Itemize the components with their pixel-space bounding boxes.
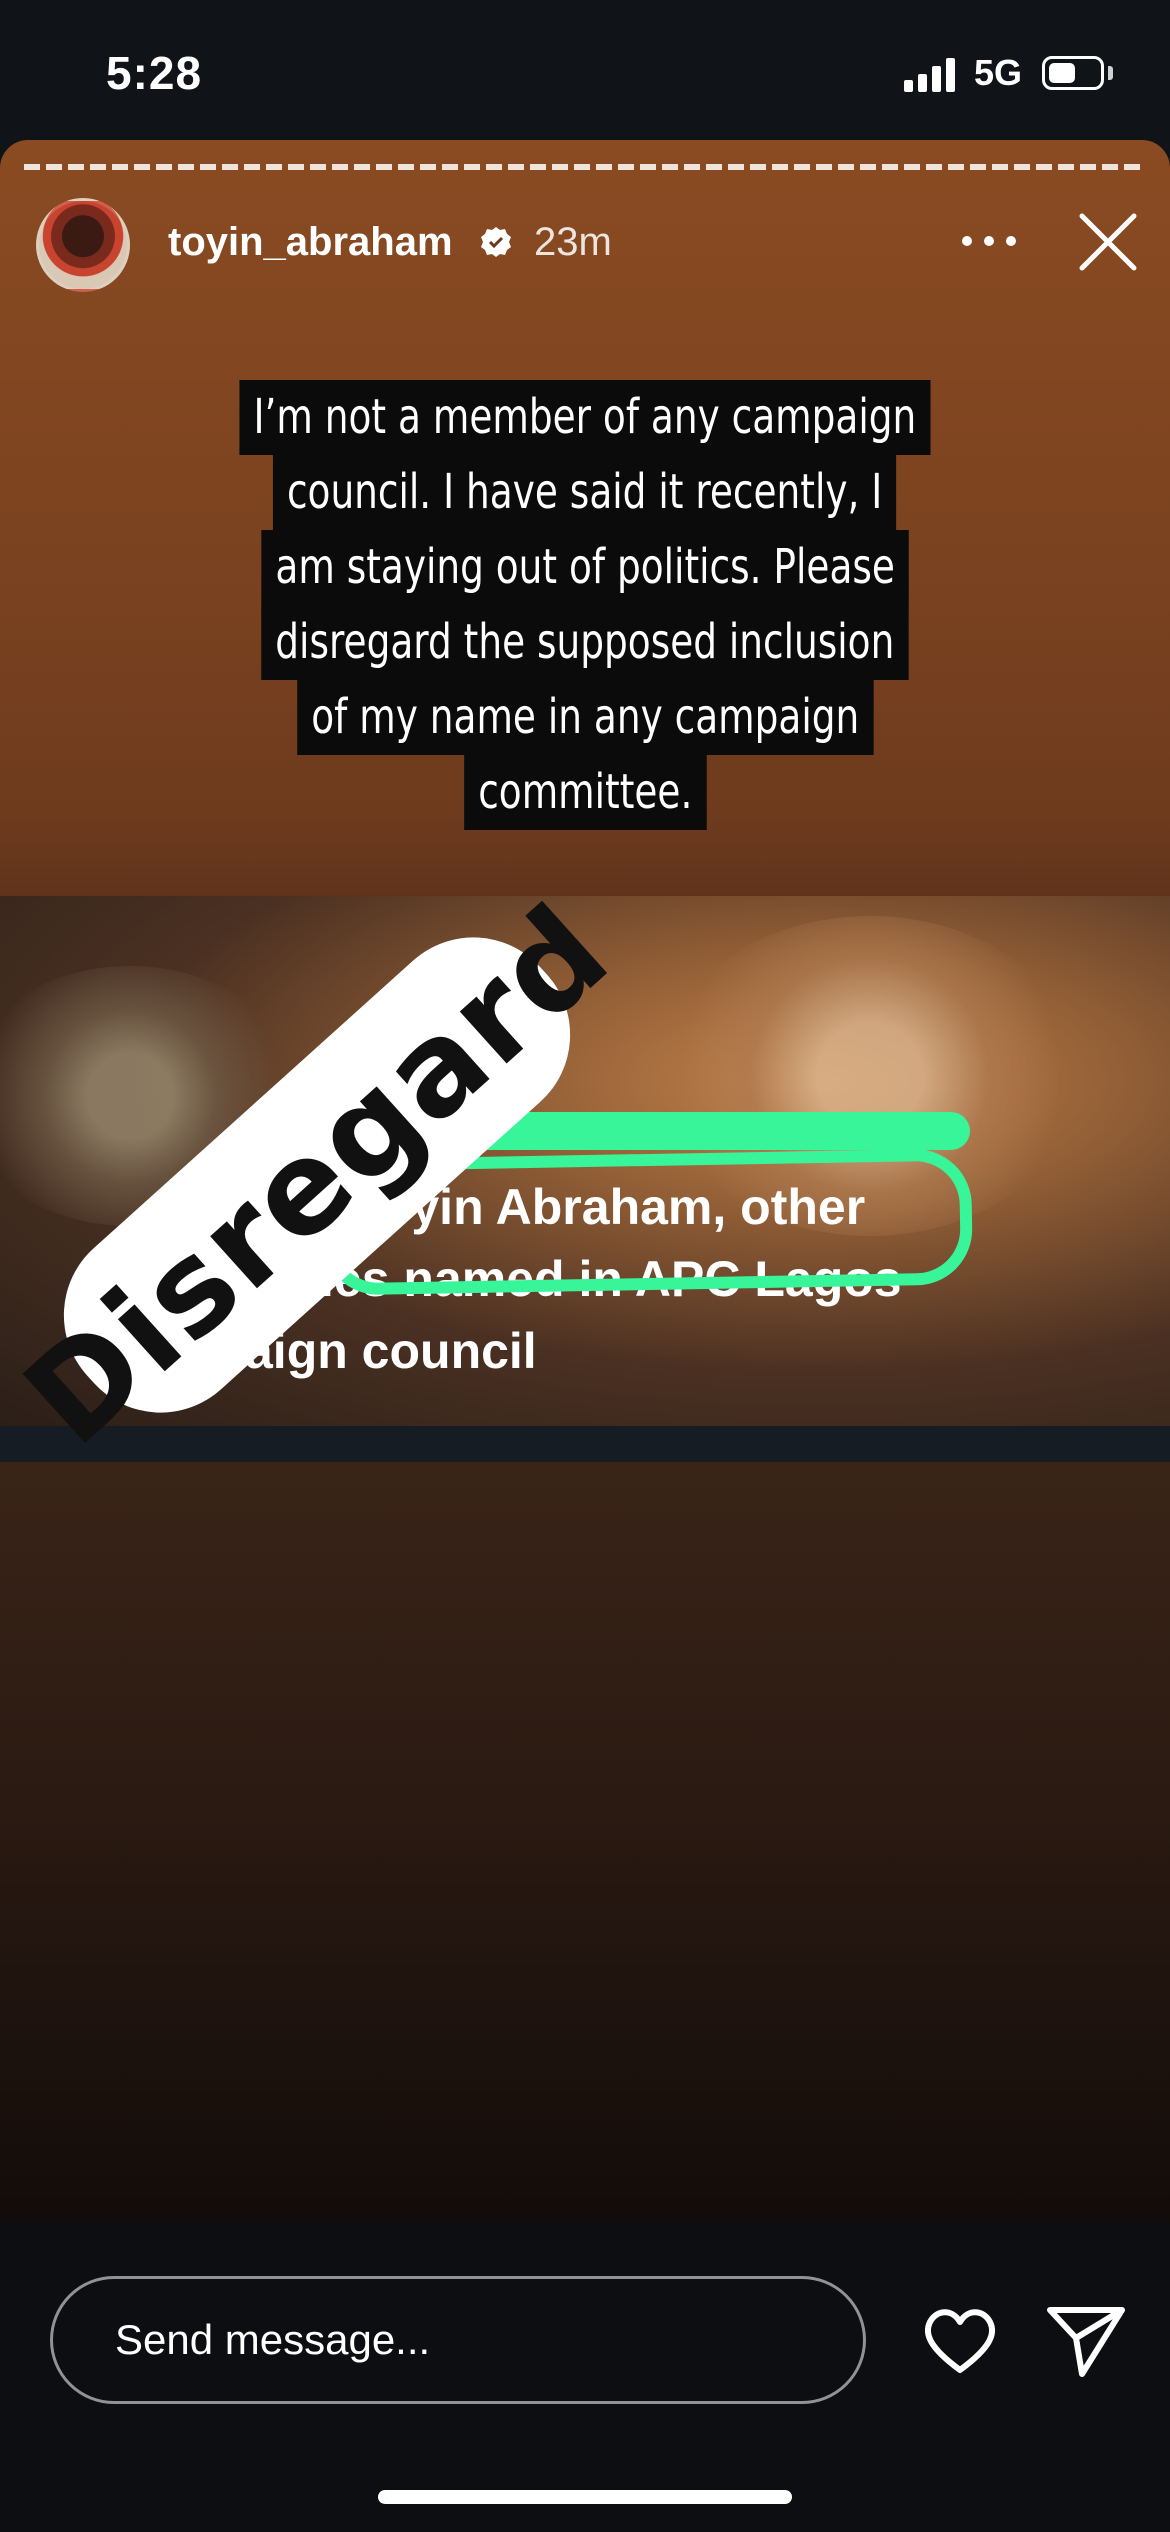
close-icon[interactable] (1076, 210, 1140, 274)
caption-line: committee. (463, 755, 707, 830)
caption-line: am staying out of politics. Please (261, 530, 909, 605)
signal-icon (904, 56, 960, 92)
heart-icon[interactable] (920, 2300, 1000, 2380)
verified-badge-icon (481, 227, 511, 257)
caption-line: disregard the supposed inclusion (261, 605, 909, 680)
divider-bar (0, 1426, 1170, 1462)
send-message-input[interactable] (50, 2276, 866, 2404)
status-time: 5:28 (106, 47, 203, 99)
status-bar: 5:28 5G (0, 0, 1170, 140)
battery-icon (1042, 56, 1104, 90)
story-username[interactable]: toyin_abraham (168, 220, 453, 265)
caption-line: council. I have said it recently, I (273, 455, 897, 530)
caption-line: I’m not a member of any campaign (239, 380, 931, 455)
battery-cap (1108, 66, 1113, 80)
more-options-icon[interactable] (962, 236, 1018, 248)
home-indicator[interactable] (378, 2490, 792, 2504)
story-progress-bar (24, 164, 1146, 170)
caption-line: of my name in any campaign (296, 680, 874, 755)
story-caption: I’m not a member of any campaign council… (0, 380, 1170, 830)
send-icon[interactable] (1044, 2300, 1128, 2380)
story-background (0, 1462, 1170, 2222)
network-label: 5G (974, 52, 1023, 93)
avatar[interactable] (36, 198, 130, 292)
story-time-ago: 23m (534, 220, 612, 264)
